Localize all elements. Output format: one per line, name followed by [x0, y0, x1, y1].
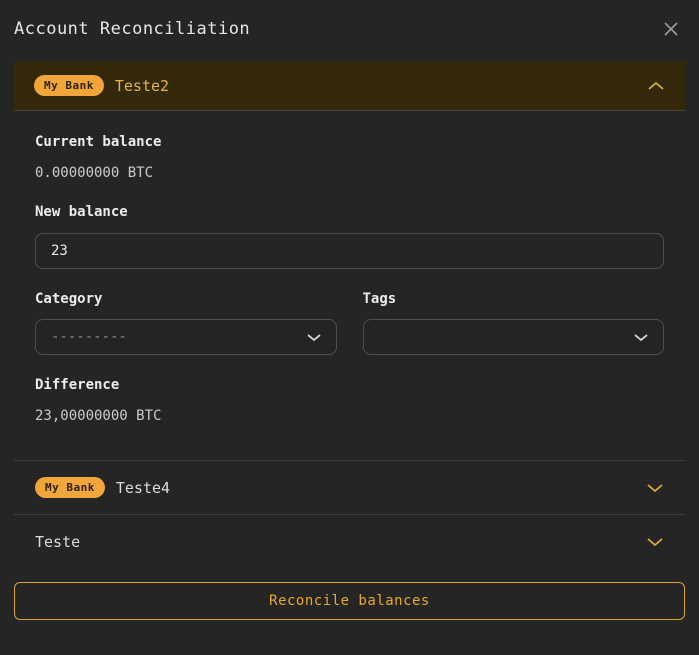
category-selected-value: --------- — [51, 329, 127, 345]
account-accordion-group: My Bank Teste2 Current balance 0.0000000… — [14, 61, 685, 568]
accordion-header-teste4-left: My Bank Teste4 — [35, 477, 170, 498]
accordion-header-teste2-left: My Bank Teste2 — [34, 75, 169, 96]
dialog-title: Account Reconciliation — [14, 17, 250, 41]
accordion-header-teste-left: Teste — [35, 533, 80, 551]
chevron-up-icon — [647, 81, 665, 91]
chevron-down-icon — [646, 483, 664, 493]
accordion-body-teste2: Current balance 0.00000000 BTC New balan… — [14, 111, 685, 460]
category-select[interactable]: --------- — [35, 319, 337, 355]
dialog-footer: Reconcile balances — [14, 582, 685, 620]
bank-badge: My Bank — [35, 477, 105, 498]
new-balance-input[interactable] — [35, 233, 664, 269]
dialog-header: Account Reconciliation — [0, 0, 699, 43]
new-balance-label: New balance — [35, 204, 664, 221]
close-icon — [663, 21, 679, 37]
account-name: Teste — [35, 533, 80, 551]
tags-select[interactable] — [363, 319, 665, 355]
accordion-header-teste4[interactable]: My Bank Teste4 — [14, 460, 685, 514]
tags-label: Tags — [363, 291, 665, 308]
accordion-header-teste[interactable]: Teste — [14, 514, 685, 568]
chevron-down-icon — [646, 537, 664, 547]
current-balance-label: Current balance — [35, 134, 664, 151]
bank-badge: My Bank — [34, 75, 104, 96]
category-label: Category — [35, 291, 337, 308]
reconcile-balances-button[interactable]: Reconcile balances — [14, 582, 685, 620]
difference-value: 23,00000000 BTC — [35, 408, 664, 425]
account-name: Teste4 — [116, 479, 170, 497]
chevron-down-icon — [633, 333, 649, 342]
close-button[interactable] — [659, 17, 683, 41]
difference-label: Difference — [35, 377, 664, 394]
current-balance-value: 0.00000000 BTC — [35, 165, 664, 182]
accordion-header-teste2[interactable]: My Bank Teste2 — [14, 61, 685, 111]
chevron-down-icon — [306, 333, 322, 342]
account-name: Teste2 — [115, 77, 169, 95]
